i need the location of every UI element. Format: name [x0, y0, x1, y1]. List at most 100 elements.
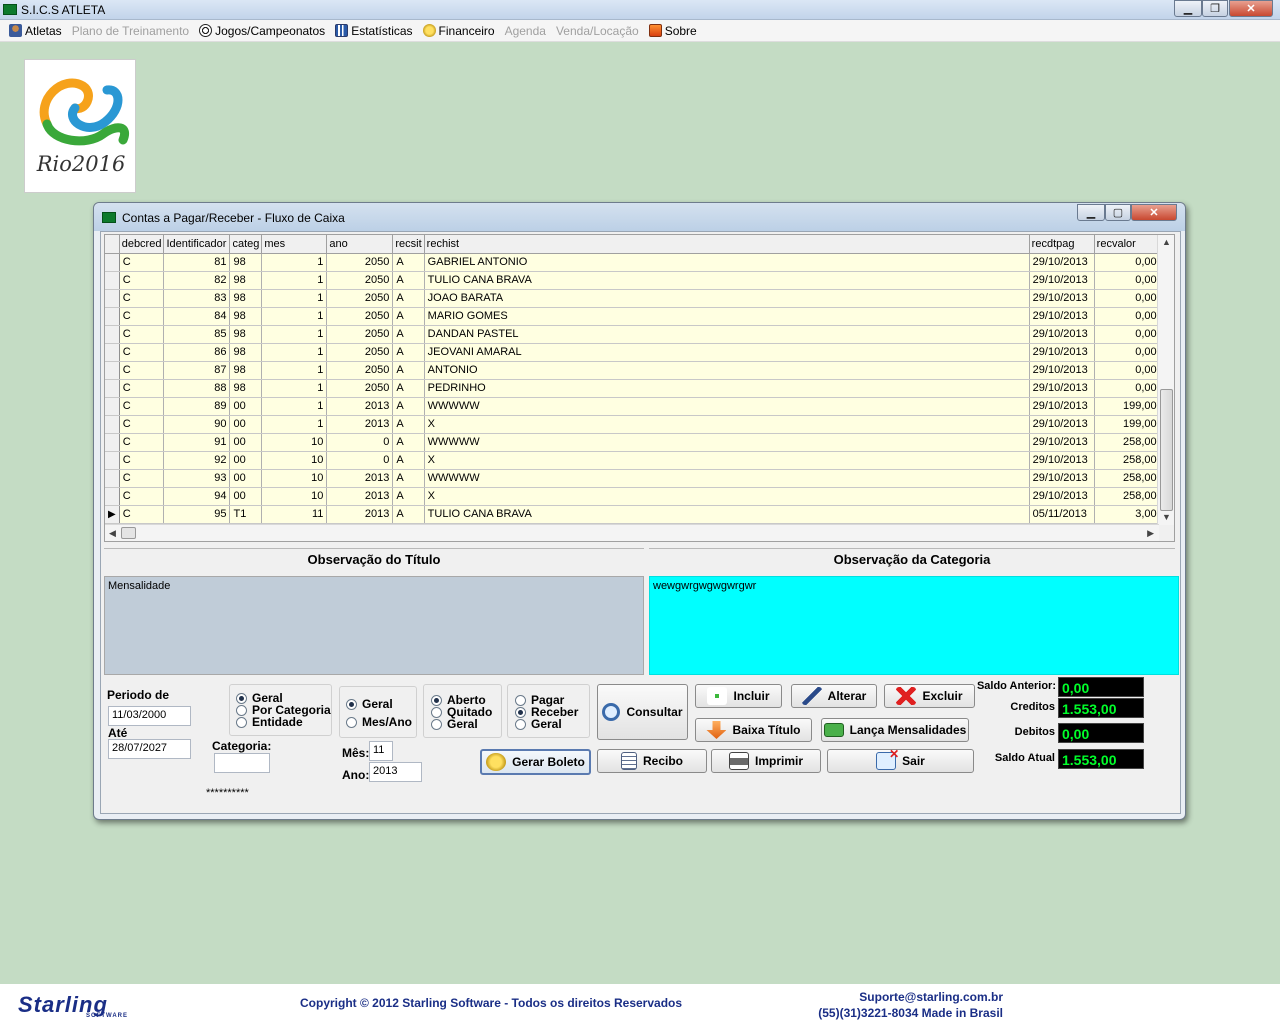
grid-cell-recdtpag[interactable]: 29/10/2013	[1029, 433, 1095, 452]
gerar-boleto-button[interactable]: Gerar Boleto	[480, 749, 591, 775]
mes-input[interactable]: 11	[369, 741, 393, 761]
row-indicator[interactable]	[105, 361, 120, 380]
grid-cell-debcred[interactable]: C	[119, 361, 165, 380]
grid-cell-ano[interactable]: 2013	[326, 487, 394, 506]
scroll-down-icon[interactable]: ▼	[1162, 512, 1171, 522]
row-indicator[interactable]	[105, 379, 120, 398]
grid-cell-identificador[interactable]: 82	[163, 271, 231, 290]
grid-cell-recvalor[interactable]: 258,00	[1094, 469, 1161, 488]
grid-cell-rechist[interactable]: X	[424, 487, 1030, 506]
grid-cell-recvalor[interactable]: 199,00	[1094, 415, 1161, 434]
excluir-button[interactable]: Excluir	[884, 684, 975, 708]
radio-tipo-entidade[interactable]: Entidade	[236, 715, 303, 729]
grid-cell-categ[interactable]: 00	[229, 433, 263, 452]
grid-cell-identificador[interactable]: 94	[163, 487, 231, 506]
row-indicator[interactable]	[105, 433, 120, 452]
imprimir-button[interactable]: Imprimir	[711, 749, 821, 773]
row-indicator[interactable]	[105, 415, 120, 434]
grid-cell-mes[interactable]: 1	[261, 253, 328, 272]
grid-cell-rechist[interactable]: JOAO BARATA	[424, 289, 1030, 308]
radio-periodo-mes-ano[interactable]: Mes/Ano	[346, 715, 412, 729]
menu-jogos-campeonatos[interactable]: Jogos/Campeonatos	[194, 21, 330, 41]
radio-debcred-geral[interactable]: Geral	[515, 717, 562, 731]
grid-cell-recdtpag[interactable]: 29/10/2013	[1029, 325, 1095, 344]
menu-atletas[interactable]: Atletas	[4, 21, 67, 41]
sair-button[interactable]: ✕ Sair	[827, 747, 974, 773]
menu-plano-treinamento[interactable]: Plano de Treinamento	[67, 21, 194, 41]
grid-cell-mes[interactable]: 1	[261, 343, 328, 362]
incluir-button[interactable]: Incluir	[695, 684, 782, 708]
obs-categoria-textarea[interactable]: wewgwrgwgwgwrgwr	[649, 576, 1179, 675]
grid-horizontal-scrollbar[interactable]: ◀ ▶	[105, 524, 1159, 541]
row-indicator[interactable]	[105, 307, 120, 326]
grid-cell-ano[interactable]: 2050	[326, 289, 394, 308]
grid-cell-debcred[interactable]: C	[119, 433, 165, 452]
grid-cell-rechist[interactable]: PEDRINHO	[424, 379, 1030, 398]
grid-cell-recvalor[interactable]: 0,00	[1094, 289, 1161, 308]
grid-cell-recdtpag[interactable]: 29/10/2013	[1029, 289, 1095, 308]
row-indicator[interactable]	[105, 487, 120, 506]
grid-cell-ano[interactable]: 2050	[326, 325, 394, 344]
grid-cell-categ[interactable]: 98	[229, 343, 263, 362]
menu-financeiro[interactable]: Financeiro	[418, 21, 500, 41]
categoria-input[interactable]	[214, 753, 270, 773]
grid-cell-categ[interactable]: 98	[229, 271, 263, 290]
grid-cell-ano[interactable]: 0	[326, 451, 394, 470]
dialog-maximize-button[interactable]: ▢	[1105, 204, 1131, 221]
row-indicator[interactable]	[105, 343, 120, 362]
consultar-button[interactable]: Consultar	[597, 684, 688, 740]
alterar-button[interactable]: Alterar	[791, 684, 877, 708]
radio-situacao-geral[interactable]: Geral	[431, 717, 478, 731]
grid-cell-recvalor[interactable]: 258,00	[1094, 451, 1161, 470]
grid-cell-recdtpag[interactable]: 29/10/2013	[1029, 253, 1095, 272]
table-row[interactable]: C 84 98 1 2050 A MARIO GOMES 29/10/2013 0,00	[105, 307, 1172, 326]
grid-cell-identificador[interactable]: 83	[163, 289, 231, 308]
grid-cell-mes[interactable]: 1	[261, 361, 328, 380]
grid-cell-recdtpag[interactable]: 29/10/2013	[1029, 307, 1095, 326]
grid-horizontal-scroll-thumb[interactable]	[121, 527, 136, 539]
grid-header-debcred[interactable]: debcred	[119, 235, 165, 254]
table-row[interactable]: C 92 00 10 0 A X 29/10/2013 258,00	[105, 451, 1172, 470]
grid-cell-ano[interactable]: 2050	[326, 361, 394, 380]
grid-cell-rechist[interactable]: WWWWW	[424, 469, 1030, 488]
radio-periodo-geral[interactable]: Geral	[346, 697, 393, 711]
grid-cell-recsit[interactable]: A	[392, 379, 425, 398]
table-row[interactable]: C 81 98 1 2050 A GABRIEL ANTONIO 29/10/2013 0,00	[105, 253, 1172, 272]
grid-cell-debcred[interactable]: C	[119, 325, 165, 344]
baixa-titulo-button[interactable]: Baixa Título	[695, 718, 812, 742]
scroll-left-icon[interactable]: ◀	[109, 528, 116, 539]
grid-cell-mes[interactable]: 1	[261, 289, 328, 308]
ano-input[interactable]: 2013	[369, 762, 422, 782]
table-row[interactable]: C 87 98 1 2050 A ANTONIO 29/10/2013 0,00	[105, 361, 1172, 380]
table-row[interactable]: C 88 98 1 2050 A PEDRINHO 29/10/2013 0,00	[105, 379, 1172, 398]
menu-venda-locacao[interactable]: Venda/Locação	[551, 21, 644, 41]
row-indicator[interactable]	[105, 469, 120, 488]
menu-agenda[interactable]: Agenda	[500, 21, 551, 41]
grid-cell-categ[interactable]: 98	[229, 307, 263, 326]
grid-cell-identificador[interactable]: 91	[163, 433, 231, 452]
grid-cell-recvalor[interactable]: 0,00	[1094, 271, 1161, 290]
grid-cell-mes[interactable]: 10	[261, 469, 328, 488]
grid-header-identificador[interactable]: Identificador	[163, 235, 231, 254]
grid-cell-ano[interactable]: 2050	[326, 343, 394, 362]
grid-cell-recvalor[interactable]: 0,00	[1094, 379, 1161, 398]
grid-cell-identificador[interactable]: 86	[163, 343, 231, 362]
grid-cell-recsit[interactable]: A	[392, 343, 425, 362]
grid-cell-recvalor[interactable]: 0,00	[1094, 361, 1161, 380]
dialog-minimize-button[interactable]: ▁	[1077, 204, 1105, 221]
grid-cell-categ[interactable]: 00	[229, 469, 263, 488]
grid-cell-ano[interactable]: 2050	[326, 253, 394, 272]
grid-cell-recsit[interactable]: A	[392, 307, 425, 326]
grid-cell-recdtpag[interactable]: 29/10/2013	[1029, 361, 1095, 380]
grid-vertical-scroll-thumb[interactable]	[1160, 389, 1173, 511]
grid-cell-ano[interactable]: 2050	[326, 271, 394, 290]
grid-cell-recdtpag[interactable]: 29/10/2013	[1029, 487, 1095, 506]
row-indicator[interactable]	[105, 397, 120, 416]
grid-cell-categ[interactable]: 98	[229, 253, 263, 272]
grid-cell-recsit[interactable]: A	[392, 505, 425, 524]
grid-cell-recsit[interactable]: A	[392, 433, 425, 452]
grid-cell-categ[interactable]: 98	[229, 379, 263, 398]
grid-vertical-scrollbar[interactable]: ▲ ▼	[1157, 235, 1174, 525]
grid-cell-identificador[interactable]: 92	[163, 451, 231, 470]
grid-cell-categ[interactable]: 00	[229, 451, 263, 470]
